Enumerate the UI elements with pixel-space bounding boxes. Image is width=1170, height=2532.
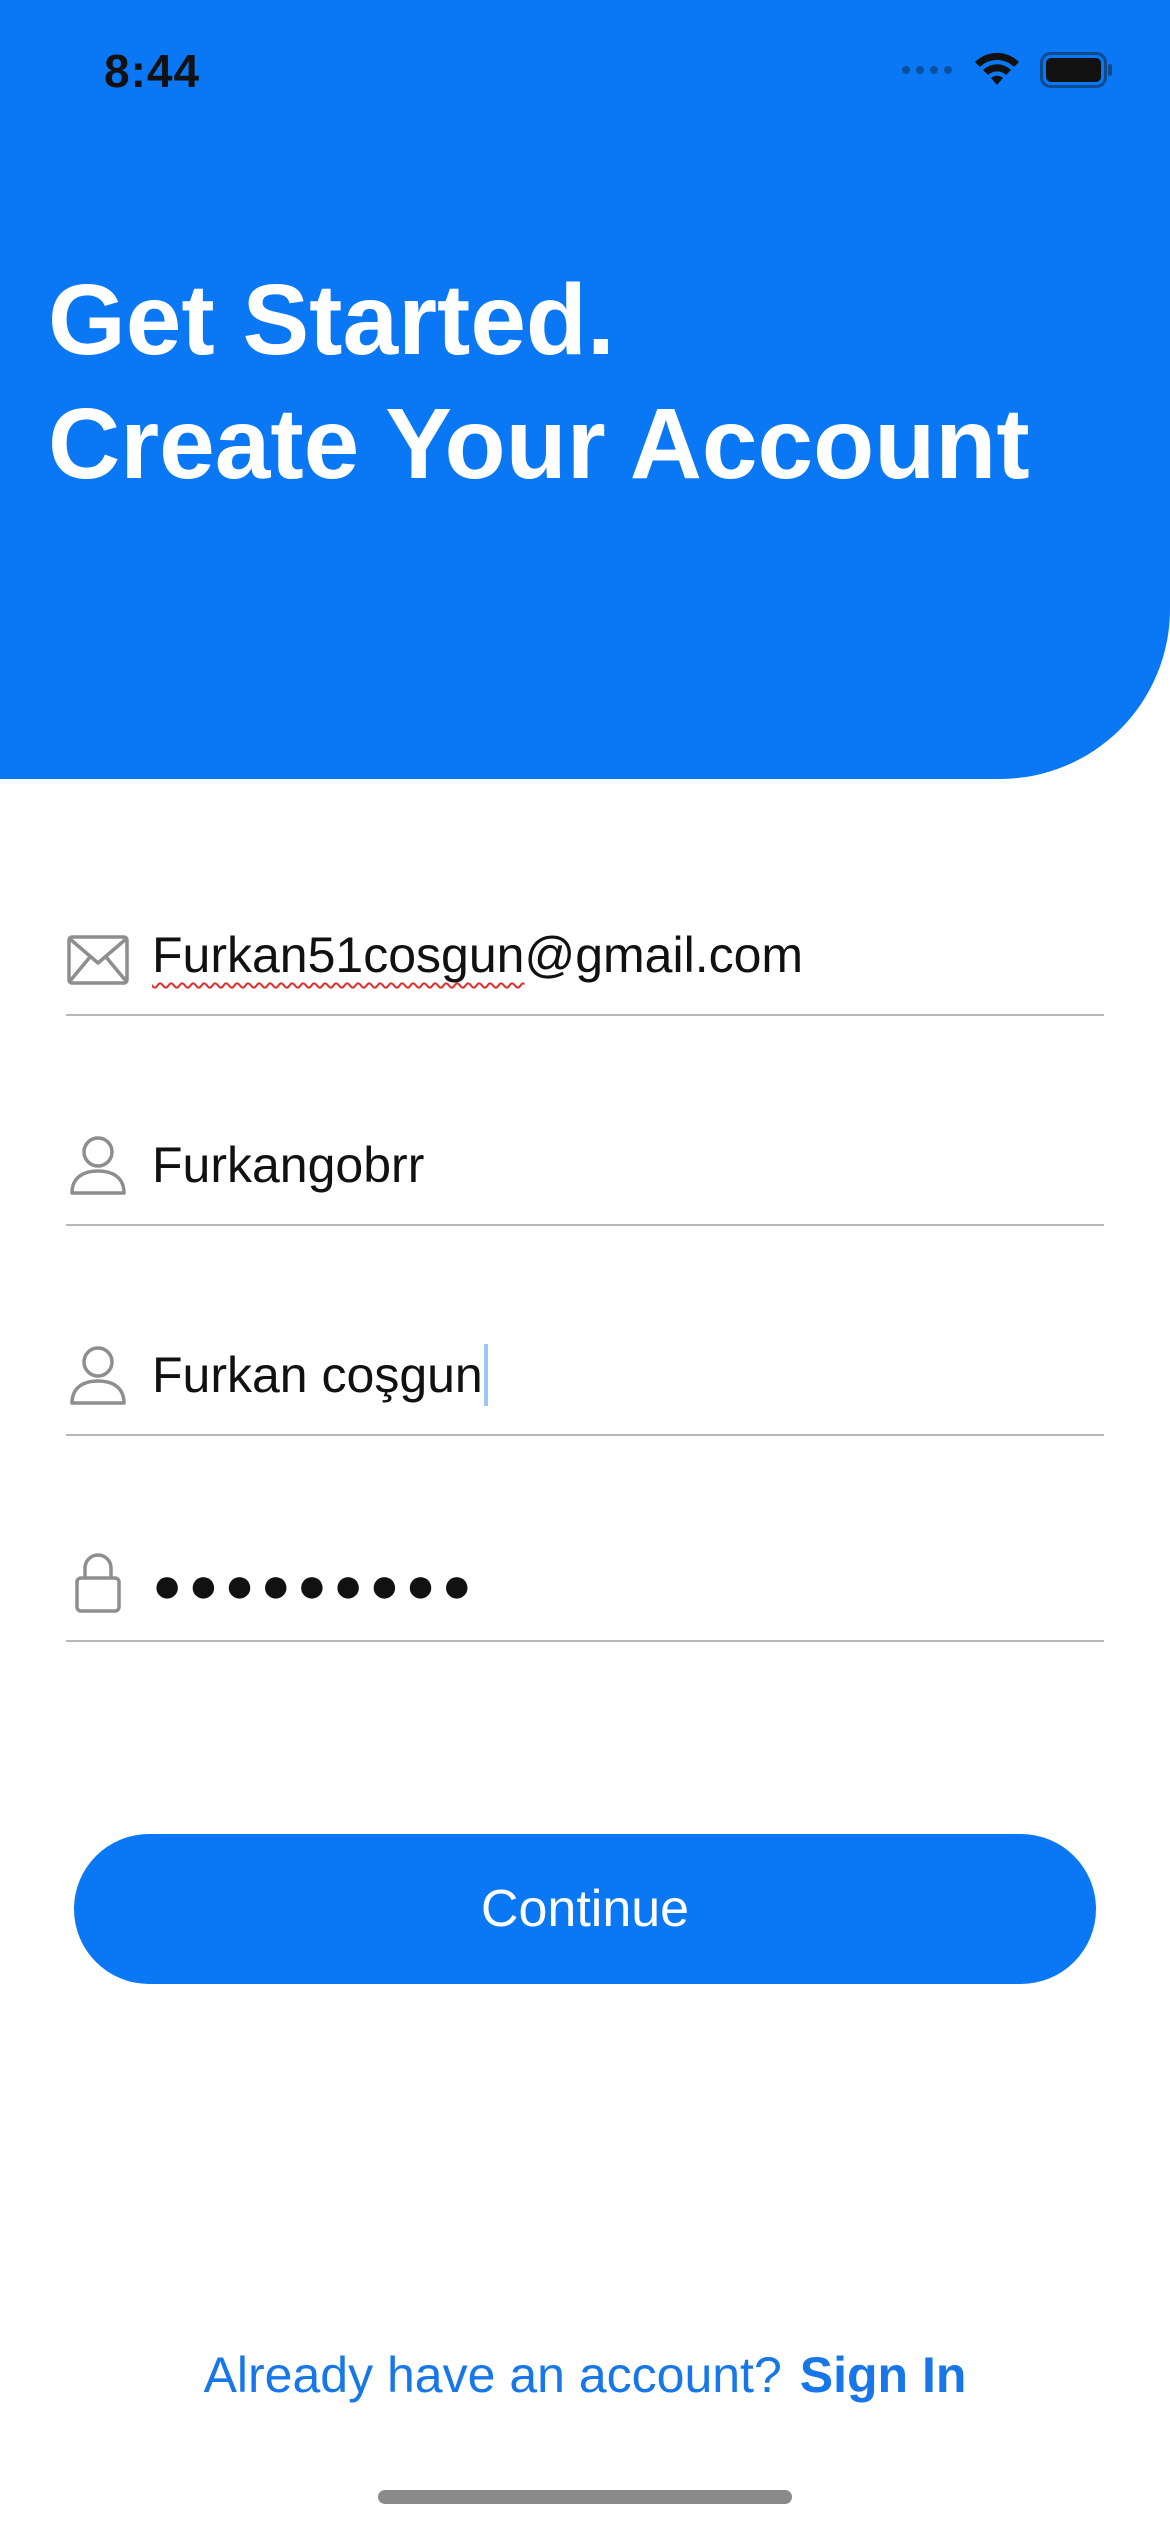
person-icon	[66, 1134, 130, 1198]
title-line-1: Get Started.	[48, 264, 615, 376]
signin-row: Already have an account? Sign In	[0, 2346, 1170, 2404]
fullname-value[interactable]: Furkan coşgun	[152, 1343, 488, 1410]
email-value-misspelled: Furkan51cosgun	[152, 927, 525, 983]
email-value[interactable]: Furkan51cosgun@gmail.com	[152, 926, 803, 984]
email-field[interactable]: Furkan51cosgun@gmail.com	[66, 894, 1104, 1016]
text-cursor	[483, 1343, 488, 1406]
status-icons	[902, 51, 1114, 94]
create-account-screen: 8:44 Get Started. Create Your Account Fu…	[0, 0, 1170, 2532]
continue-button[interactable]: Continue	[74, 1834, 1096, 1984]
signal-dots-icon	[902, 63, 954, 81]
username-value[interactable]: Furkangobrr	[152, 1136, 424, 1194]
person-icon	[66, 1344, 130, 1408]
username-field[interactable]: Furkangobrr	[66, 1104, 1104, 1226]
signin-prompt: Already have an account?	[203, 2347, 782, 2403]
status-bar: 8:44	[0, 0, 1170, 150]
title-line-2: Create Your Account	[48, 388, 1030, 500]
home-indicator[interactable]	[378, 2490, 792, 2504]
password-field[interactable]: ●●●●●●●●●	[66, 1520, 1104, 1642]
mail-icon	[66, 928, 130, 992]
email-value-domain: @gmail.com	[524, 927, 804, 983]
battery-icon	[1040, 51, 1114, 93]
fullname-text: Furkan coşgun	[152, 1347, 483, 1403]
status-time: 8:44	[104, 45, 201, 97]
wifi-icon	[972, 51, 1022, 94]
sign-in-link[interactable]: Sign In	[800, 2347, 967, 2403]
password-value[interactable]: ●●●●●●●●●	[152, 1556, 478, 1614]
page-title: Get Started. Create Your Account	[48, 258, 1030, 506]
lock-icon	[66, 1550, 130, 1614]
fullname-field[interactable]: Furkan coşgun	[66, 1314, 1104, 1436]
